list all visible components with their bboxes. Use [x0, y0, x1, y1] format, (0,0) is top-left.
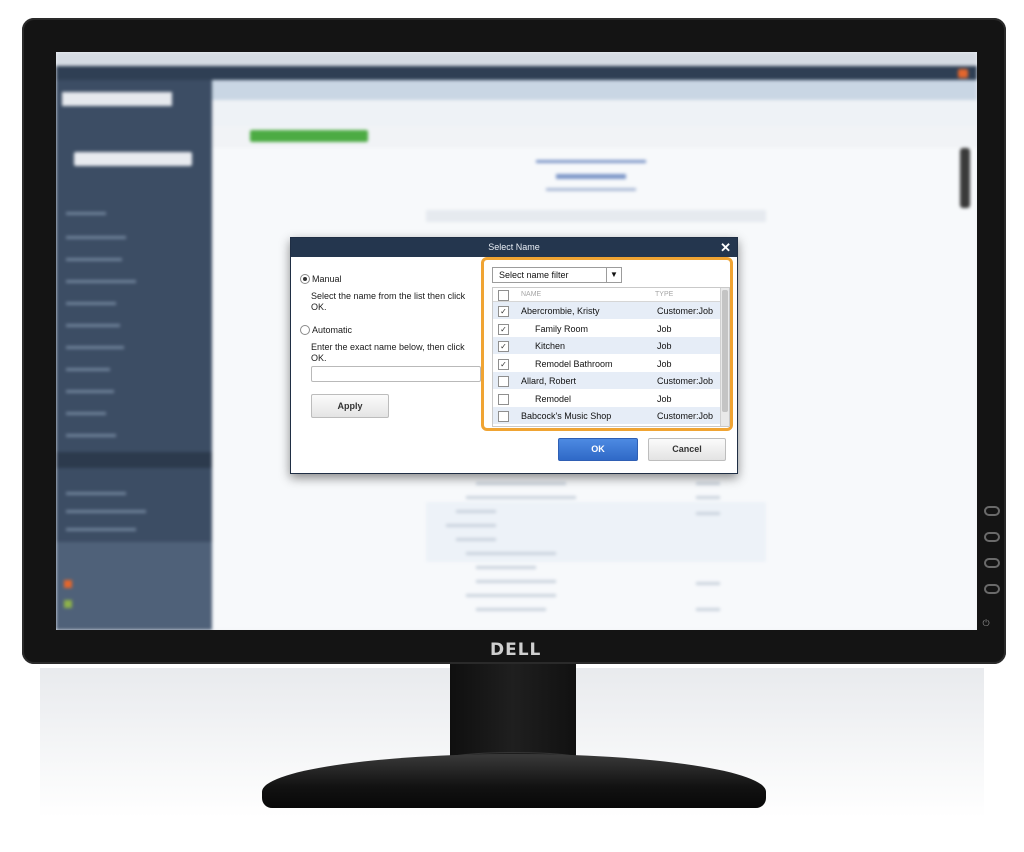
row-checkbox[interactable]: ✓	[498, 306, 509, 317]
list-item[interactable]: Remodel Job	[493, 390, 721, 407]
row-type: Job	[657, 341, 672, 351]
row-type: Customer:Job	[657, 411, 714, 421]
list-item[interactable]: ✓ Abercrombie, Kristy Customer:Job	[493, 302, 721, 319]
row-checkbox[interactable]: ✓	[498, 323, 509, 335]
list-header: NAME TYPE	[493, 288, 721, 302]
list-item[interactable]: Allard, Robert Customer:Job	[493, 372, 721, 389]
chevron-down-icon[interactable]: ▼	[606, 268, 621, 282]
ok-button[interactable]: OK	[558, 438, 638, 461]
manual-description: Select the name from the list then click…	[311, 291, 466, 312]
select-name-dialog: Select Name ✕ Manual Select the name fro…	[290, 237, 738, 474]
dialog-titlebar: Select Name ✕	[291, 238, 737, 257]
monitor-button-2[interactable]	[984, 532, 1000, 542]
dialog-title: Select Name	[488, 242, 540, 252]
row-name: Babcock's Music Shop	[521, 411, 612, 421]
close-icon[interactable]: ✕	[720, 238, 731, 257]
name-list-highlight: Select name filter ▼ NAME TYPE ✓ Abercrom…	[481, 257, 733, 431]
row-checkbox[interactable]	[498, 393, 509, 405]
apply-button[interactable]: Apply	[311, 394, 389, 418]
monitor-button-4[interactable]	[984, 584, 1000, 594]
monitor-button-3[interactable]	[984, 558, 1000, 568]
automatic-description: Enter the exact name below, then click O…	[311, 342, 465, 363]
row-checkbox[interactable]: ✓	[498, 358, 509, 370]
name-column-header[interactable]: NAME	[521, 291, 541, 298]
row-checkbox[interactable]	[498, 411, 509, 422]
cancel-button[interactable]: Cancel	[648, 438, 726, 461]
name-filter-label: Select name filter	[499, 270, 569, 280]
row-name: Remodel	[535, 393, 572, 404]
row-name: Remodel Bathroom	[535, 358, 613, 369]
monitor-neck	[450, 664, 576, 760]
monitor-button-1[interactable]	[984, 506, 1000, 516]
name-filter-dropdown[interactable]: Select name filter ▼	[492, 267, 622, 283]
list-scrollbar[interactable]	[720, 288, 729, 426]
row-name: Allard, Robert	[521, 376, 577, 386]
dell-logo: DELL	[490, 640, 542, 660]
row-type: Job	[657, 393, 672, 404]
row-type: Job	[657, 323, 672, 334]
manual-radio[interactable]	[300, 274, 310, 284]
list-item[interactable]: ✓ Kitchen Job	[493, 337, 721, 354]
list-item[interactable]: ✓ Family Room Job	[493, 320, 721, 337]
row-type: Job	[657, 358, 672, 369]
row-type: Customer:Job	[657, 376, 714, 386]
row-name: Kitchen	[535, 341, 566, 351]
automatic-radio[interactable]	[300, 325, 310, 335]
select-all-checkbox[interactable]	[498, 290, 509, 301]
row-checkbox[interactable]: ✓	[498, 341, 509, 352]
power-icon[interactable]: ⏻	[978, 618, 994, 628]
type-column-header[interactable]: TYPE	[655, 291, 673, 298]
exact-name-input[interactable]	[311, 366, 481, 382]
list-item[interactable]: Babcock's Music Shop Customer:Job	[493, 407, 721, 424]
scrollbar-thumb[interactable]	[722, 290, 728, 412]
row-name: Abercrombie, Kristy	[521, 306, 600, 316]
name-list: NAME TYPE ✓ Abercrombie, Kristy Customer:J…	[492, 287, 730, 427]
manual-label: Manual	[312, 274, 342, 284]
list-item[interactable]: ✓ Remodel Bathroom Job	[493, 355, 721, 372]
row-name: Family Room	[535, 323, 589, 334]
automatic-label: Automatic	[312, 325, 353, 335]
row-checkbox[interactable]	[498, 376, 509, 387]
row-type: Customer:Job	[657, 306, 714, 316]
